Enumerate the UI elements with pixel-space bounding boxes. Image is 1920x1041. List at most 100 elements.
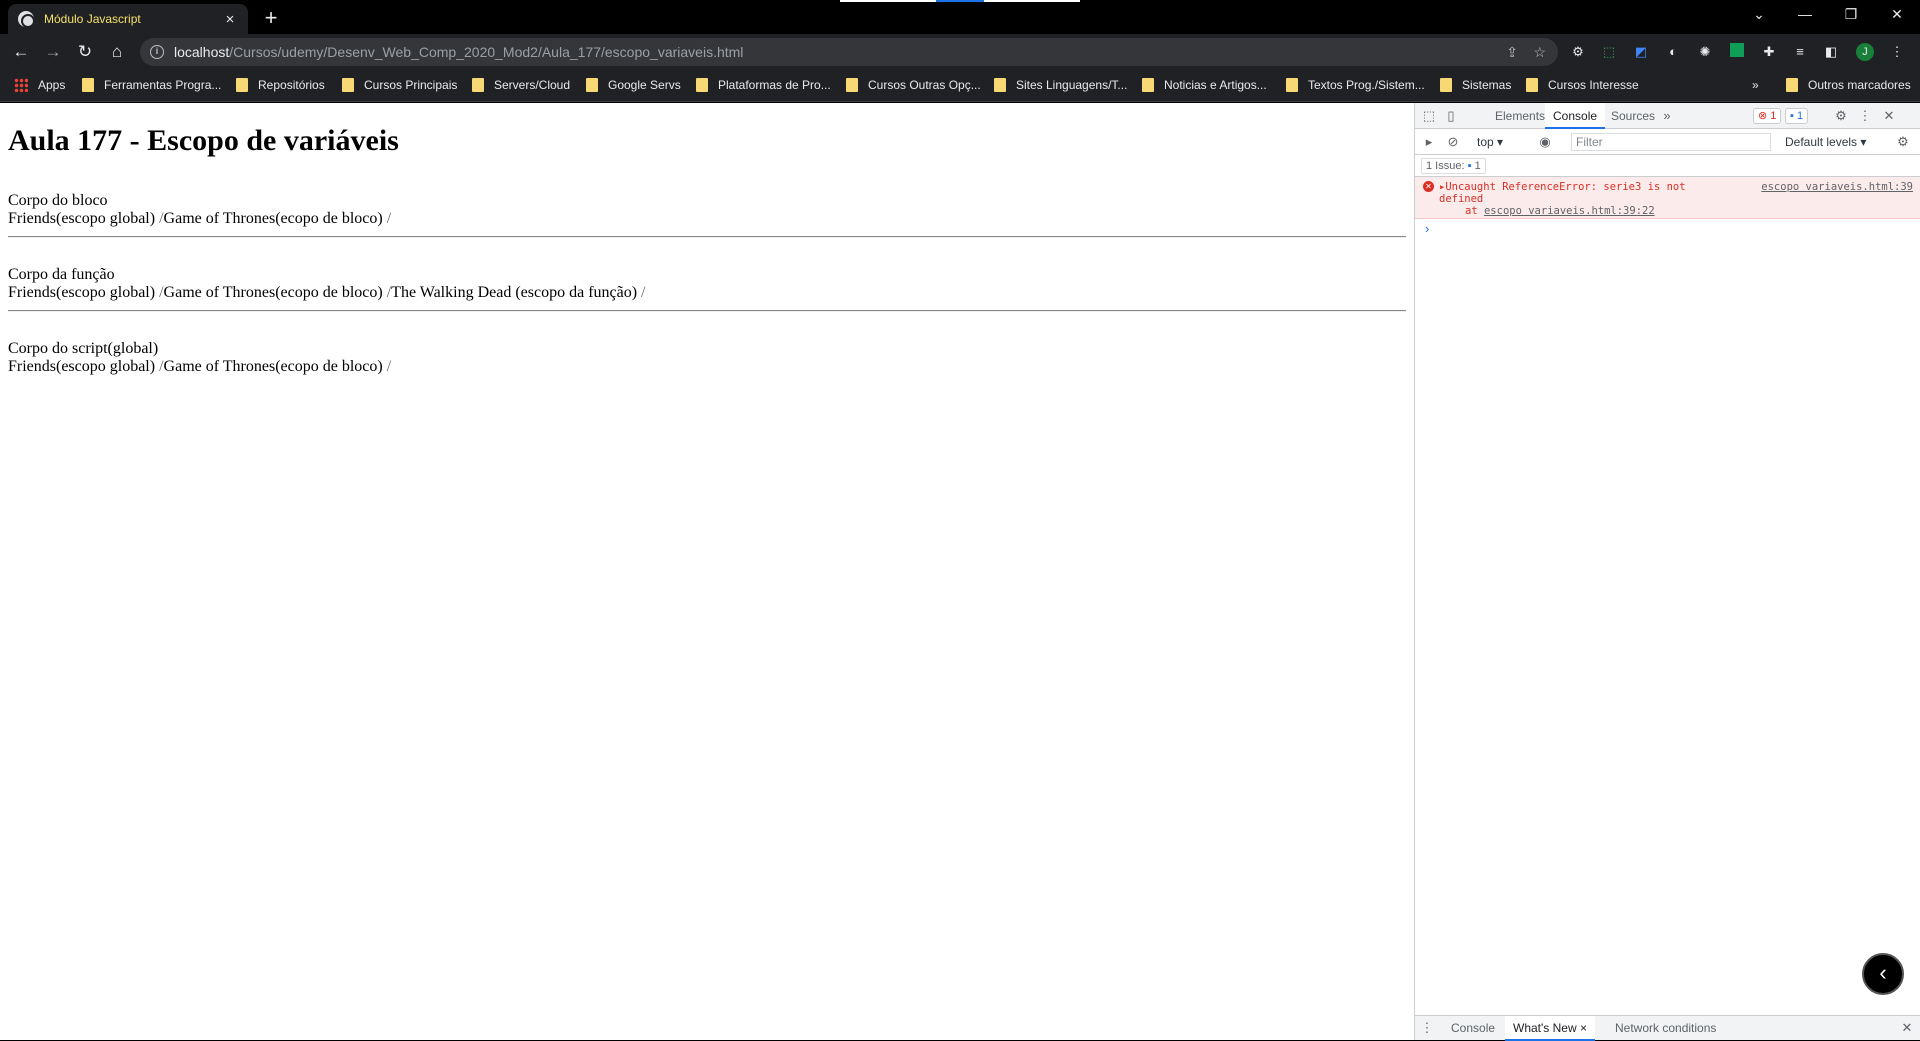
drawer-tab-whats-new[interactable]: What's New × bbox=[1505, 1016, 1595, 1041]
site-info-icon[interactable]: i bbox=[150, 45, 164, 59]
address-bar[interactable]: i localhost/Cursos/udemy/Desenv_Web_Comp… bbox=[140, 38, 1558, 66]
bookmark-star-icon[interactable]: ☆ bbox=[1533, 44, 1546, 61]
drawer-tab-network-conditions[interactable]: Network conditions bbox=[1607, 1016, 1724, 1041]
tab-close-icon[interactable]: × bbox=[222, 11, 238, 28]
console-filter-input[interactable]: Filter bbox=[1571, 133, 1771, 151]
folder-icon bbox=[472, 78, 484, 92]
extension-screenshot-icon[interactable]: ⬚ bbox=[1600, 43, 1618, 61]
new-tab-button[interactable]: + bbox=[258, 6, 284, 32]
devtools-drawer-tabs: ⋮ Console What's New × Network condition… bbox=[1415, 1015, 1920, 1041]
bookmark-folder[interactable]: Servers/Cloud bbox=[472, 78, 570, 92]
more-tabs-icon[interactable]: » bbox=[1659, 108, 1675, 124]
tab-sources[interactable]: Sources bbox=[1603, 103, 1663, 129]
error-count-badge[interactable]: ⊗ 1 bbox=[1753, 108, 1782, 124]
extension-green-icon[interactable] bbox=[1728, 43, 1746, 61]
browser-tab-active[interactable]: Módulo Javascript × bbox=[8, 4, 248, 34]
folder-icon bbox=[586, 78, 598, 92]
extension-circle-icon[interactable]: ◐ bbox=[1664, 43, 1682, 61]
extension-react-icon[interactable]: ✺ bbox=[1696, 43, 1714, 61]
bookmark-folder[interactable]: Sistemas bbox=[1440, 78, 1511, 92]
issue-icon: ▪ bbox=[1467, 160, 1472, 172]
bookmarks-bar: Apps Ferramentas Progra... Repositórios … bbox=[0, 70, 1920, 102]
home-icon[interactable]: ⌂ bbox=[104, 39, 130, 65]
context-selector[interactable]: top ▾ bbox=[1469, 129, 1511, 155]
log-levels-dropdown[interactable]: Default levels ▾ bbox=[1777, 129, 1874, 155]
close-drawer-icon[interactable]: ✕ bbox=[1899, 1020, 1915, 1036]
clear-console-icon[interactable]: ⊘ bbox=[1445, 134, 1461, 150]
devtools-menu-icon[interactable]: ⋮ bbox=[1857, 108, 1873, 124]
bookmark-apps[interactable]: Apps bbox=[14, 78, 65, 92]
bookmark-folder[interactable]: Textos Prog./Sistem... bbox=[1286, 78, 1425, 92]
collapse-chevron-button[interactable]: ‹ bbox=[1862, 953, 1904, 995]
device-toolbar-icon[interactable]: ▯ bbox=[1443, 108, 1459, 124]
drawer-menu-icon[interactable]: ⋮ bbox=[1419, 1020, 1435, 1036]
other-bookmarks[interactable]: Outros marcadores bbox=[1786, 78, 1911, 92]
page-content: Aula 177 - Escopo de variáveis Corpo do … bbox=[0, 103, 1414, 1040]
minimize-icon[interactable]: — bbox=[1782, 0, 1828, 30]
restore-icon[interactable]: ❐ bbox=[1828, 0, 1874, 30]
bookmark-folder[interactable]: Google Servs bbox=[586, 78, 681, 92]
reload-icon[interactable]: ↻ bbox=[72, 39, 98, 65]
live-expression-eye-icon[interactable]: ◉ bbox=[1537, 134, 1553, 150]
tab-elements[interactable]: Elements bbox=[1487, 103, 1553, 129]
console-settings-icon[interactable]: ⚙ bbox=[1895, 134, 1911, 150]
error-text-line2: defined bbox=[1439, 193, 1484, 205]
bookmark-folder[interactable]: Noticias e Artigos... bbox=[1142, 78, 1267, 92]
error-icon: ⊗ bbox=[1758, 110, 1768, 122]
tab-console[interactable]: Console bbox=[1545, 103, 1606, 129]
profile-avatar[interactable]: J bbox=[1856, 43, 1874, 61]
close-devtools-icon[interactable]: ✕ bbox=[1881, 108, 1897, 124]
console-toolbar: ▸ ⊘ top ▾ ◉ Filter Default levels ▾ ⚙ bbox=[1415, 129, 1920, 155]
folder-icon bbox=[82, 78, 94, 92]
apps-grid-icon bbox=[14, 78, 28, 92]
extension-gear-icon[interactable]: ⚙ bbox=[1569, 43, 1587, 61]
divider bbox=[8, 236, 1406, 238]
back-icon[interactable]: ← bbox=[8, 39, 34, 65]
issues-bar: 1 Issue: ▪ 1 bbox=[1415, 155, 1920, 177]
issues-button[interactable]: 1 Issue: ▪ 1 bbox=[1421, 158, 1486, 174]
bookmark-folder[interactable]: Cursos Interesse bbox=[1526, 78, 1639, 92]
more-bookmarks-button[interactable]: » bbox=[1752, 78, 1759, 92]
section-line: Friends(escopo global) /Game of Thrones(… bbox=[8, 284, 646, 301]
bookmark-folder[interactable]: Ferramentas Progra... bbox=[82, 78, 221, 92]
bookmark-folder[interactable]: Plataformas de Pro... bbox=[696, 78, 831, 92]
section-title: Corpo do bloco bbox=[8, 192, 108, 209]
inspect-element-icon[interactable]: ⬚ bbox=[1421, 108, 1437, 124]
console-prompt[interactable]: › bbox=[1425, 221, 1429, 236]
message-count-badge[interactable]: ▪ 1 bbox=[1785, 108, 1809, 124]
folder-icon bbox=[846, 78, 858, 92]
forward-icon[interactable]: → bbox=[40, 39, 66, 65]
settings-gear-icon[interactable]: ⚙ bbox=[1833, 108, 1849, 124]
devtools-panel: ⬚ ▯ Elements Console Sources » ⊗ 1 ▪ 1 ⚙… bbox=[1414, 103, 1920, 1041]
media-control-icon[interactable]: ≡ bbox=[1791, 43, 1809, 61]
error-stack-line: at escopo variaveis.html:39:22 bbox=[1465, 205, 1655, 217]
close-tab-icon[interactable]: × bbox=[1580, 1021, 1587, 1035]
folder-icon bbox=[1142, 78, 1154, 92]
folder-icon bbox=[994, 78, 1006, 92]
drawer-tab-console[interactable]: Console bbox=[1443, 1016, 1503, 1041]
sidebar-toggle-icon[interactable]: ▸ bbox=[1421, 134, 1437, 150]
stack-trace-link[interactable]: escopo variaveis.html:39:22 bbox=[1484, 205, 1655, 217]
extension-blue-icon[interactable]: ◩ bbox=[1632, 43, 1650, 61]
error-source-link[interactable]: escopo variaveis.html:39 bbox=[1761, 181, 1913, 193]
section-title: Corpo da função bbox=[8, 266, 115, 283]
tab-title: Módulo Javascript bbox=[44, 12, 141, 26]
extensions-puzzle-icon[interactable]: ✚ bbox=[1760, 43, 1778, 61]
browser-toolbar: ← → ↻ ⌂ i localhost/Cursos/udemy/Desenv_… bbox=[0, 34, 1920, 70]
folder-icon bbox=[342, 78, 354, 92]
share-icon[interactable]: ⇪ bbox=[1506, 44, 1518, 61]
tab-search-icon[interactable]: ⌄ bbox=[1736, 0, 1782, 30]
bookmark-folder[interactable]: Cursos Outras Opç... bbox=[846, 78, 981, 92]
browser-menu-icon[interactable]: ⋮ bbox=[1888, 43, 1906, 61]
section-funcao: Corpo da função Friends(escopo global) /… bbox=[8, 266, 1406, 302]
devtools-tab-bar: ⬚ ▯ Elements Console Sources » ⊗ 1 ▪ 1 ⚙… bbox=[1415, 103, 1920, 129]
bookmark-folder[interactable]: Cursos Principais bbox=[342, 78, 457, 92]
bookmark-folder[interactable]: Repositórios bbox=[236, 78, 325, 92]
side-panel-icon[interactable]: ◧ bbox=[1822, 43, 1840, 61]
console-error-message[interactable]: ✕ ▸Uncaught ReferenceError: serie3 is no… bbox=[1415, 177, 1920, 219]
divider bbox=[8, 310, 1406, 312]
browser-tab-strip: Módulo Javascript × + ⌄ — ❐ ✕ bbox=[0, 0, 1920, 34]
bookmark-folder[interactable]: Sites Linguagens/T... bbox=[994, 78, 1127, 92]
close-window-icon[interactable]: ✕ bbox=[1874, 0, 1920, 30]
page-title: Aula 177 - Escopo de variáveis bbox=[8, 124, 399, 157]
